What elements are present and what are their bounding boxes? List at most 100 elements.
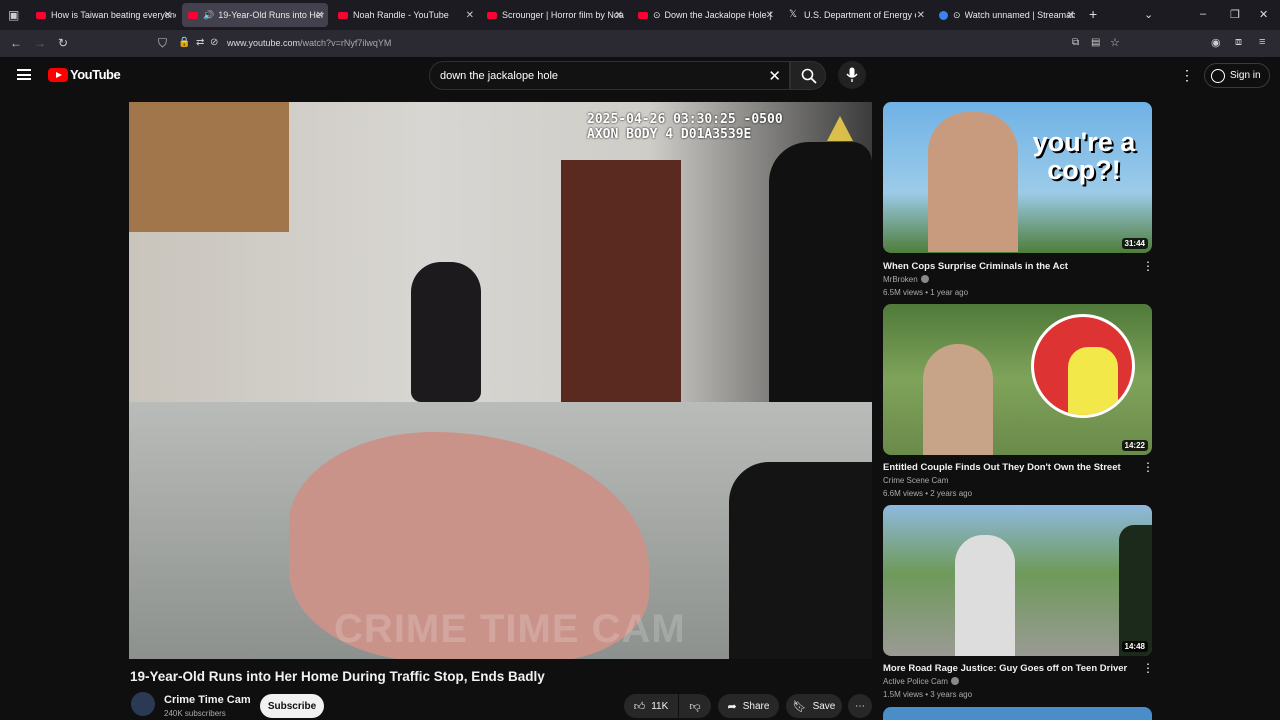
forward-arrow-icon[interactable]: → bbox=[34, 36, 46, 50]
thumbnail-inset-circle bbox=[1031, 314, 1135, 418]
channel-name-label: Crime Scene Cam bbox=[883, 476, 949, 485]
reload-icon[interactable]: ↻ bbox=[58, 36, 68, 50]
settings-kebab-icon[interactable]: ⋮ bbox=[1180, 67, 1194, 84]
recommendation-meta: 6.5M views • 1 year ago bbox=[883, 288, 969, 297]
browser-tab[interactable]: Noah Randle - YouTube ✕ bbox=[332, 3, 478, 27]
video-duration: 14:22 bbox=[1121, 440, 1148, 451]
channel-watermark: CRIME TIME CAM bbox=[334, 607, 686, 651]
youtube-icon bbox=[638, 11, 648, 19]
back-arrow-icon[interactable]: ← bbox=[10, 36, 22, 50]
browser-tab-active[interactable]: 🔊 19-Year-Old Runs into Her ✕ bbox=[182, 3, 328, 27]
recommendation-thumbnail[interactable]: 14:48 bbox=[883, 505, 1152, 656]
logo-text: YouTube bbox=[70, 67, 121, 82]
recommendation-channel[interactable]: Active Police Cam bbox=[883, 677, 959, 686]
clear-search-icon[interactable]: ✕ bbox=[768, 67, 781, 85]
recommendation-title[interactable]: Entitled Couple Finds Out They Don't Own… bbox=[883, 462, 1121, 473]
youtube-header: YouTube down the jackalope hole ✕ ⋮ Sign… bbox=[0, 57, 1280, 95]
recording-icon: ⊙ bbox=[953, 9, 961, 20]
like-count: 11K bbox=[651, 700, 669, 712]
video-frame-corkboard bbox=[129, 102, 289, 232]
browser-nav-bar: ← → ↻ ⛉ 🔒 ⇄ ⊘ www.youtube.com/watch?v=rN… bbox=[0, 30, 1280, 57]
tab-title: U.S. Department of Energy on X bbox=[804, 10, 916, 20]
video-frame-person bbox=[411, 262, 481, 402]
picture-in-picture-icon[interactable]: ⧉ bbox=[1072, 37, 1079, 48]
reader-view-icon[interactable]: ▤ bbox=[1091, 37, 1100, 48]
window-close-button[interactable]: ✕ bbox=[1259, 8, 1268, 21]
bodycam-id-line: AXON BODY 4 D01A3539E bbox=[587, 127, 752, 142]
tab-title: 19-Year-Old Runs into Her bbox=[218, 10, 324, 20]
channel-name[interactable]: Crime Time Cam bbox=[164, 694, 251, 706]
recommendation-menu-icon[interactable]: ⋮ bbox=[1142, 661, 1154, 675]
account-icon[interactable]: ◉ bbox=[1211, 36, 1221, 49]
youtube-icon bbox=[338, 11, 348, 19]
voice-search-button[interactable] bbox=[838, 61, 866, 89]
browser-tab[interactable]: How is Taiwan beating everyone ✕ bbox=[30, 3, 176, 27]
youtube-logo[interactable]: YouTube bbox=[48, 67, 121, 82]
hamburger-menu-icon[interactable] bbox=[17, 69, 31, 80]
thumbnail-officer bbox=[1119, 525, 1152, 656]
search-input[interactable]: down the jackalope hole ✕ bbox=[429, 61, 790, 90]
recommendation-channel[interactable]: MrBroken bbox=[883, 275, 929, 284]
tab-list-icon[interactable]: ▣ bbox=[8, 8, 19, 22]
browser-tab-bar: ▣ How is Taiwan beating everyone ✕ 🔊 19-… bbox=[0, 0, 1280, 30]
recommendation-menu-icon[interactable]: ⋮ bbox=[1142, 460, 1154, 474]
maximize-button[interactable]: ❐ bbox=[1230, 8, 1240, 21]
url-bar[interactable]: www.youtube.com/watch?v=rNyf7ilwqYM bbox=[227, 38, 391, 48]
recommendation-thumbnail[interactable] bbox=[883, 707, 1152, 720]
minimize-button[interactable]: – bbox=[1200, 8, 1206, 20]
sign-in-label: Sign in bbox=[1230, 70, 1261, 81]
share-button[interactable]: ➦ Share bbox=[718, 694, 779, 718]
recommendation-meta: 6.6M views • 2 years ago bbox=[883, 489, 973, 498]
close-icon[interactable]: ✕ bbox=[316, 10, 324, 21]
video-player[interactable]: 2025-04-26 03:30:25 -0500 AXON BODY 4 D0… bbox=[129, 102, 872, 659]
speaker-icon[interactable]: 🔊 bbox=[203, 10, 214, 21]
browser-tab[interactable]: ⊙ Watch unnamed | Streamab ✕ bbox=[933, 3, 1079, 27]
save-button[interactable]: 🔖︎ Save bbox=[786, 694, 842, 718]
dislike-button[interactable]: 👎︎ bbox=[679, 694, 711, 718]
extensions-icon[interactable]: ⧈ bbox=[1235, 36, 1242, 49]
sign-in-button[interactable]: Sign in bbox=[1204, 63, 1270, 88]
share-label: Share bbox=[742, 700, 770, 712]
more-horizontal-icon: ⋯ bbox=[855, 700, 865, 712]
thumbnail-caption: you're a cop?! bbox=[1032, 127, 1136, 185]
close-icon[interactable]: ✕ bbox=[164, 10, 172, 21]
channel-avatar[interactable] bbox=[131, 692, 155, 716]
youtube-icon bbox=[36, 11, 46, 19]
search-button[interactable] bbox=[790, 61, 826, 90]
browser-tab[interactable]: Scrounger | Horror film by Noah ✕ bbox=[481, 3, 627, 27]
browser-tab[interactable]: 𝕏 U.S. Department of Energy on X ✕ bbox=[783, 3, 929, 27]
recommendation-thumbnail[interactable]: 14:22 bbox=[883, 304, 1152, 455]
chevron-down-icon[interactable]: ⌄ bbox=[1144, 8, 1153, 21]
close-icon[interactable]: ✕ bbox=[1067, 10, 1075, 21]
close-icon[interactable]: ✕ bbox=[917, 10, 925, 21]
recommendation-title[interactable]: When Cops Surprise Criminals in the Act bbox=[883, 261, 1068, 272]
bookmark-icon: 🔖︎ bbox=[792, 700, 807, 713]
bookmark-star-icon[interactable]: ☆ bbox=[1110, 36, 1120, 49]
subscribe-button[interactable]: Subscribe bbox=[260, 694, 324, 718]
recommendation-menu-icon[interactable]: ⋮ bbox=[1142, 259, 1154, 273]
bodycam-timestamp: 2025-04-26 03:30:25 -0500 AXON BODY 4 D0… bbox=[587, 112, 783, 142]
shield-icon[interactable]: ⛉ bbox=[158, 36, 167, 51]
tab-title: How is Taiwan beating everyone bbox=[51, 10, 176, 20]
tab-title: Down the Jackalope Hole | bbox=[664, 10, 772, 20]
user-avatar-icon bbox=[1211, 68, 1225, 83]
youtube-play-icon bbox=[48, 67, 68, 82]
recommendation-thumbnail[interactable]: you're a cop?! 31:44 bbox=[883, 102, 1152, 253]
permissions-icon[interactable]: ⇄ bbox=[196, 37, 204, 48]
menu-icon[interactable]: ≡ bbox=[1259, 36, 1265, 48]
new-tab-button[interactable]: + bbox=[1089, 6, 1097, 22]
recommendation-channel[interactable]: Crime Scene Cam bbox=[883, 476, 948, 485]
recommendation-meta: 1.5M views • 3 years ago bbox=[883, 690, 973, 699]
recommendation-title[interactable]: More Road Rage Justice: Guy Goes off on … bbox=[883, 663, 1127, 674]
more-actions-button[interactable]: ⋯ bbox=[848, 694, 872, 718]
browser-tab[interactable]: ⊙ Down the Jackalope Hole | ✕ bbox=[632, 3, 778, 27]
lock-icon[interactable]: 🔒 bbox=[178, 37, 190, 48]
autoplay-blocked-icon[interactable]: ⊘ bbox=[210, 37, 218, 48]
close-icon[interactable]: ✕ bbox=[766, 10, 774, 21]
like-button[interactable]: 👍︎ 11K bbox=[624, 694, 678, 718]
thumbs-down-icon: 👎︎ bbox=[689, 700, 701, 713]
thumbnail-person bbox=[955, 535, 1015, 656]
close-icon[interactable]: ✕ bbox=[615, 10, 623, 21]
streamable-icon bbox=[939, 10, 948, 20]
close-icon[interactable]: ✕ bbox=[466, 10, 474, 21]
